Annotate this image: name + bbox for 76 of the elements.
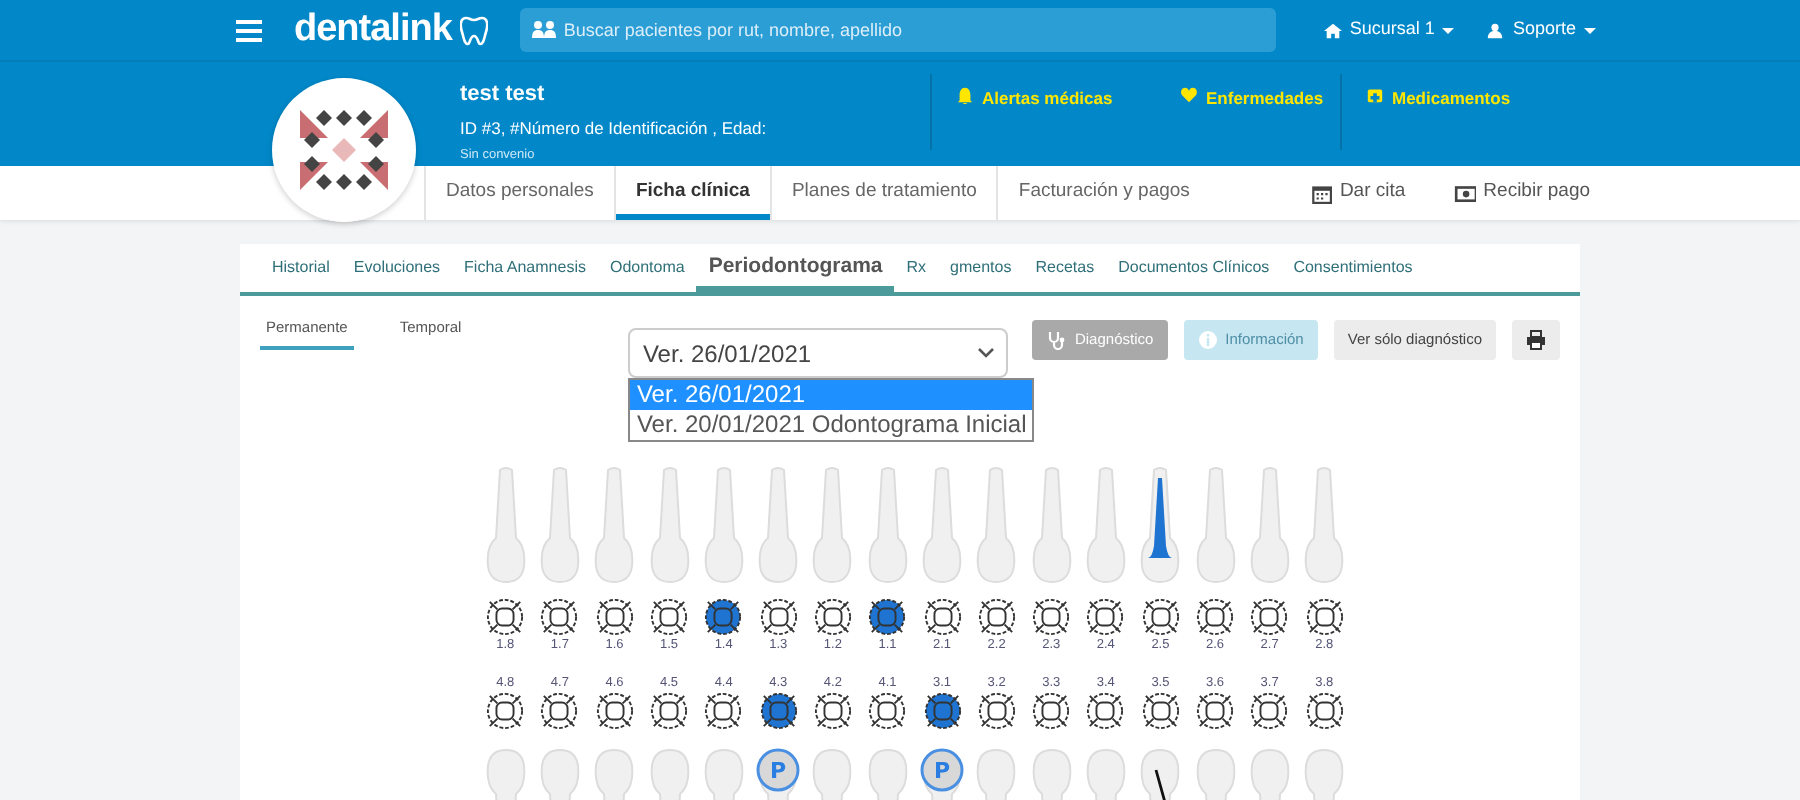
tooth-surface-chart-icon[interactable]: [650, 692, 689, 730]
action-link[interactable]: Recibir pago: [1453, 178, 1591, 208]
tooth-surface-chart-icon[interactable]: [650, 598, 689, 636]
menu-icon[interactable]: [236, 19, 262, 41]
logo: dentalink: [294, 5, 452, 54]
tooth-surface-chart-icon[interactable]: [1196, 692, 1234, 730]
heart-icon: [1180, 86, 1198, 104]
record-tab[interactable]: Odontoma: [597, 244, 697, 292]
tooth-surface-chart-icon[interactable]: [1250, 598, 1289, 636]
tooth-surface-chart-icon[interactable]: [977, 692, 1016, 730]
record-tab[interactable]: Historial: [260, 244, 342, 292]
print-button[interactable]: [1512, 320, 1560, 360]
tooth-surface-chart-icon[interactable]: [704, 598, 743, 636]
record-tab[interactable]: Periodontograma: [696, 244, 895, 292]
tooth-surface-chart-icon[interactable]: [486, 692, 525, 730]
dropdown-menu-button[interactable]: Sucursal 1: [1323, 16, 1455, 44]
caret-icon: [1442, 27, 1455, 33]
tooth-surface-chart-icon[interactable]: [1032, 598, 1071, 636]
calendar-icon: [1309, 182, 1332, 204]
tooth-surface-chart-icon[interactable]: [540, 598, 579, 636]
patient-id-line: ID #3, #Número de Identificación , Edad:: [460, 115, 769, 141]
tooth-surface-chart-icon[interactable]: [868, 692, 907, 730]
tooth-surface-chart-icon[interactable]: [1086, 692, 1125, 730]
chevron-down-icon: [978, 348, 995, 358]
tooth-surface-chart-icon[interactable]: [813, 692, 852, 730]
tooth-surface-chart-icon[interactable]: [704, 692, 743, 730]
tooth-surface-chart-icon[interactable]: [595, 692, 634, 730]
tooth-surface-chart-icon[interactable]: [1305, 692, 1344, 730]
bell-icon: [956, 86, 974, 104]
dropdown-option[interactable]: Ver. 20/01/2021 Odontograma Inicial: [630, 410, 1033, 440]
tooth-surface-chart-icon[interactable]: [1141, 692, 1180, 730]
patient-name: test test: [460, 80, 547, 110]
version-select[interactable]: Ver. 26/01/2021: [628, 328, 1009, 378]
tooth-surface-chart-icon[interactable]: [923, 692, 962, 730]
alert-link[interactable]: Medicamentos: [1366, 86, 1511, 150]
medical-kit-icon: [1366, 86, 1384, 104]
house-icon: [1323, 21, 1342, 39]
record-tab[interactable]: gmentos: [938, 244, 1024, 292]
tooth-surface-chart-icon[interactable]: [1305, 598, 1344, 636]
tooth-surface-chart-icon[interactable]: [595, 598, 634, 636]
dropdown-option[interactable]: Ver. 26/01/2021: [630, 380, 1033, 410]
tooth-surface-chart-icon[interactable]: [759, 598, 798, 636]
caret-icon: [1583, 27, 1596, 33]
record-tab[interactable]: Consentimientos: [1281, 244, 1425, 292]
tooth-surface-chart-icon[interactable]: [868, 598, 907, 636]
tooth-surface-chart-icon[interactable]: [759, 692, 798, 730]
nav-tab[interactable]: Datos personales: [424, 166, 614, 220]
alert-link[interactable]: Alertas médicas: [956, 86, 1113, 150]
tooth-surface-chart-icon[interactable]: [486, 598, 525, 636]
tooth-surface-chart-icon[interactable]: [1141, 598, 1180, 636]
tooth-surface-chart-icon[interactable]: [977, 598, 1016, 636]
record-tab[interactable]: Rx: [894, 244, 939, 292]
record-tab[interactable]: Ficha Anamnesis: [452, 244, 598, 292]
nav-tab[interactable]: Planes de tratamiento: [769, 166, 997, 220]
record-tab[interactable]: Documentos Clínicos: [1106, 244, 1282, 292]
tooth-surface-chart-icon[interactable]: [1032, 692, 1071, 730]
banknote-icon: [1453, 182, 1476, 204]
dropdown-menu-button[interactable]: Soporte: [1486, 16, 1596, 44]
printer-icon: [1526, 330, 1546, 350]
tooth-logo-icon: [459, 15, 488, 45]
stethoscope-icon: [1046, 330, 1067, 350]
tooth-surface-chart-icon[interactable]: [1250, 692, 1289, 730]
nav-tab[interactable]: Ficha clínica: [613, 166, 770, 220]
tooth-surface-chart-icon[interactable]: [1086, 598, 1125, 636]
tooth-surface-chart-icon[interactable]: [540, 692, 579, 730]
record-tab[interactable]: Evoluciones: [341, 244, 453, 292]
info-icon: [1197, 330, 1218, 350]
tooth-surface-chart-icon[interactable]: [923, 598, 962, 636]
tooth-surface-chart-icon[interactable]: [813, 598, 852, 636]
user-icon: [1486, 21, 1505, 39]
alert-link[interactable]: Enfermedades: [1180, 86, 1324, 150]
tooth-surface-chart-icon[interactable]: [1196, 598, 1234, 636]
record-tab[interactable]: Recetas: [1023, 244, 1107, 292]
nav-tab[interactable]: Facturación y pagos: [996, 166, 1210, 220]
search-field[interactable]: Buscar pacientes por rut, nombre, apellido: [519, 8, 1276, 52]
action-link[interactable]: Dar cita: [1309, 178, 1406, 208]
